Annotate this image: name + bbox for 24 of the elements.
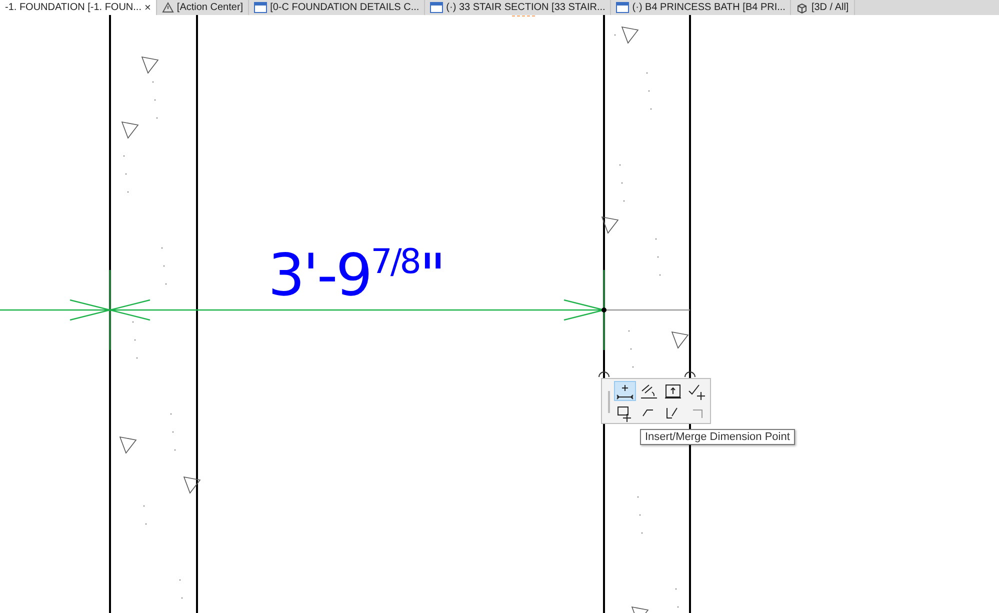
check-move-icon bbox=[687, 382, 707, 400]
warning-icon bbox=[162, 2, 174, 13]
dimension-node[interactable] bbox=[602, 308, 606, 312]
view-tab[interactable]: -1. FOUNDATION [-1. FOUN... × bbox=[0, 0, 157, 15]
elevation-icon bbox=[663, 382, 683, 400]
insert-icon bbox=[615, 382, 635, 400]
offset-icon bbox=[639, 382, 659, 400]
dimension-text[interactable]: 3'-9$^{7/8}$" bbox=[268, 245, 444, 304]
hatch-triangle bbox=[119, 436, 137, 454]
hatch-triangle bbox=[141, 56, 159, 74]
hatch-triangle bbox=[601, 216, 619, 234]
cube-icon bbox=[796, 2, 808, 14]
tooltip: Insert/Merge Dimension Point bbox=[640, 429, 795, 445]
hatch-triangle bbox=[671, 331, 689, 349]
hatch-triangle bbox=[121, 121, 139, 139]
sheet-icon bbox=[430, 2, 444, 13]
palette-tool-button[interactable] bbox=[614, 381, 636, 401]
palette-grip-handle[interactable] bbox=[608, 391, 610, 413]
sheet-icon bbox=[616, 2, 630, 13]
sheet-icon bbox=[254, 2, 268, 13]
close-tab-button[interactable]: × bbox=[144, 2, 151, 14]
hatch-triangle bbox=[183, 476, 201, 494]
hatch-triangle bbox=[621, 26, 639, 44]
hatch-triangle bbox=[631, 606, 649, 613]
